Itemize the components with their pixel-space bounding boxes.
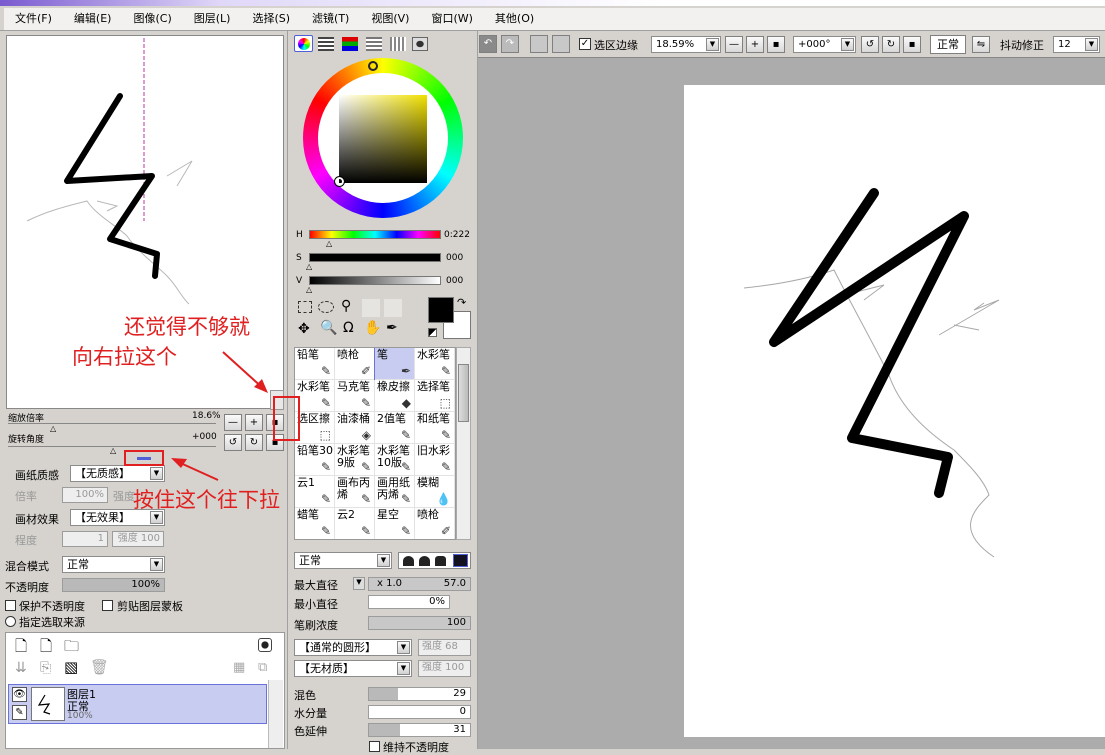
annotation-arrows <box>171 351 268 481</box>
